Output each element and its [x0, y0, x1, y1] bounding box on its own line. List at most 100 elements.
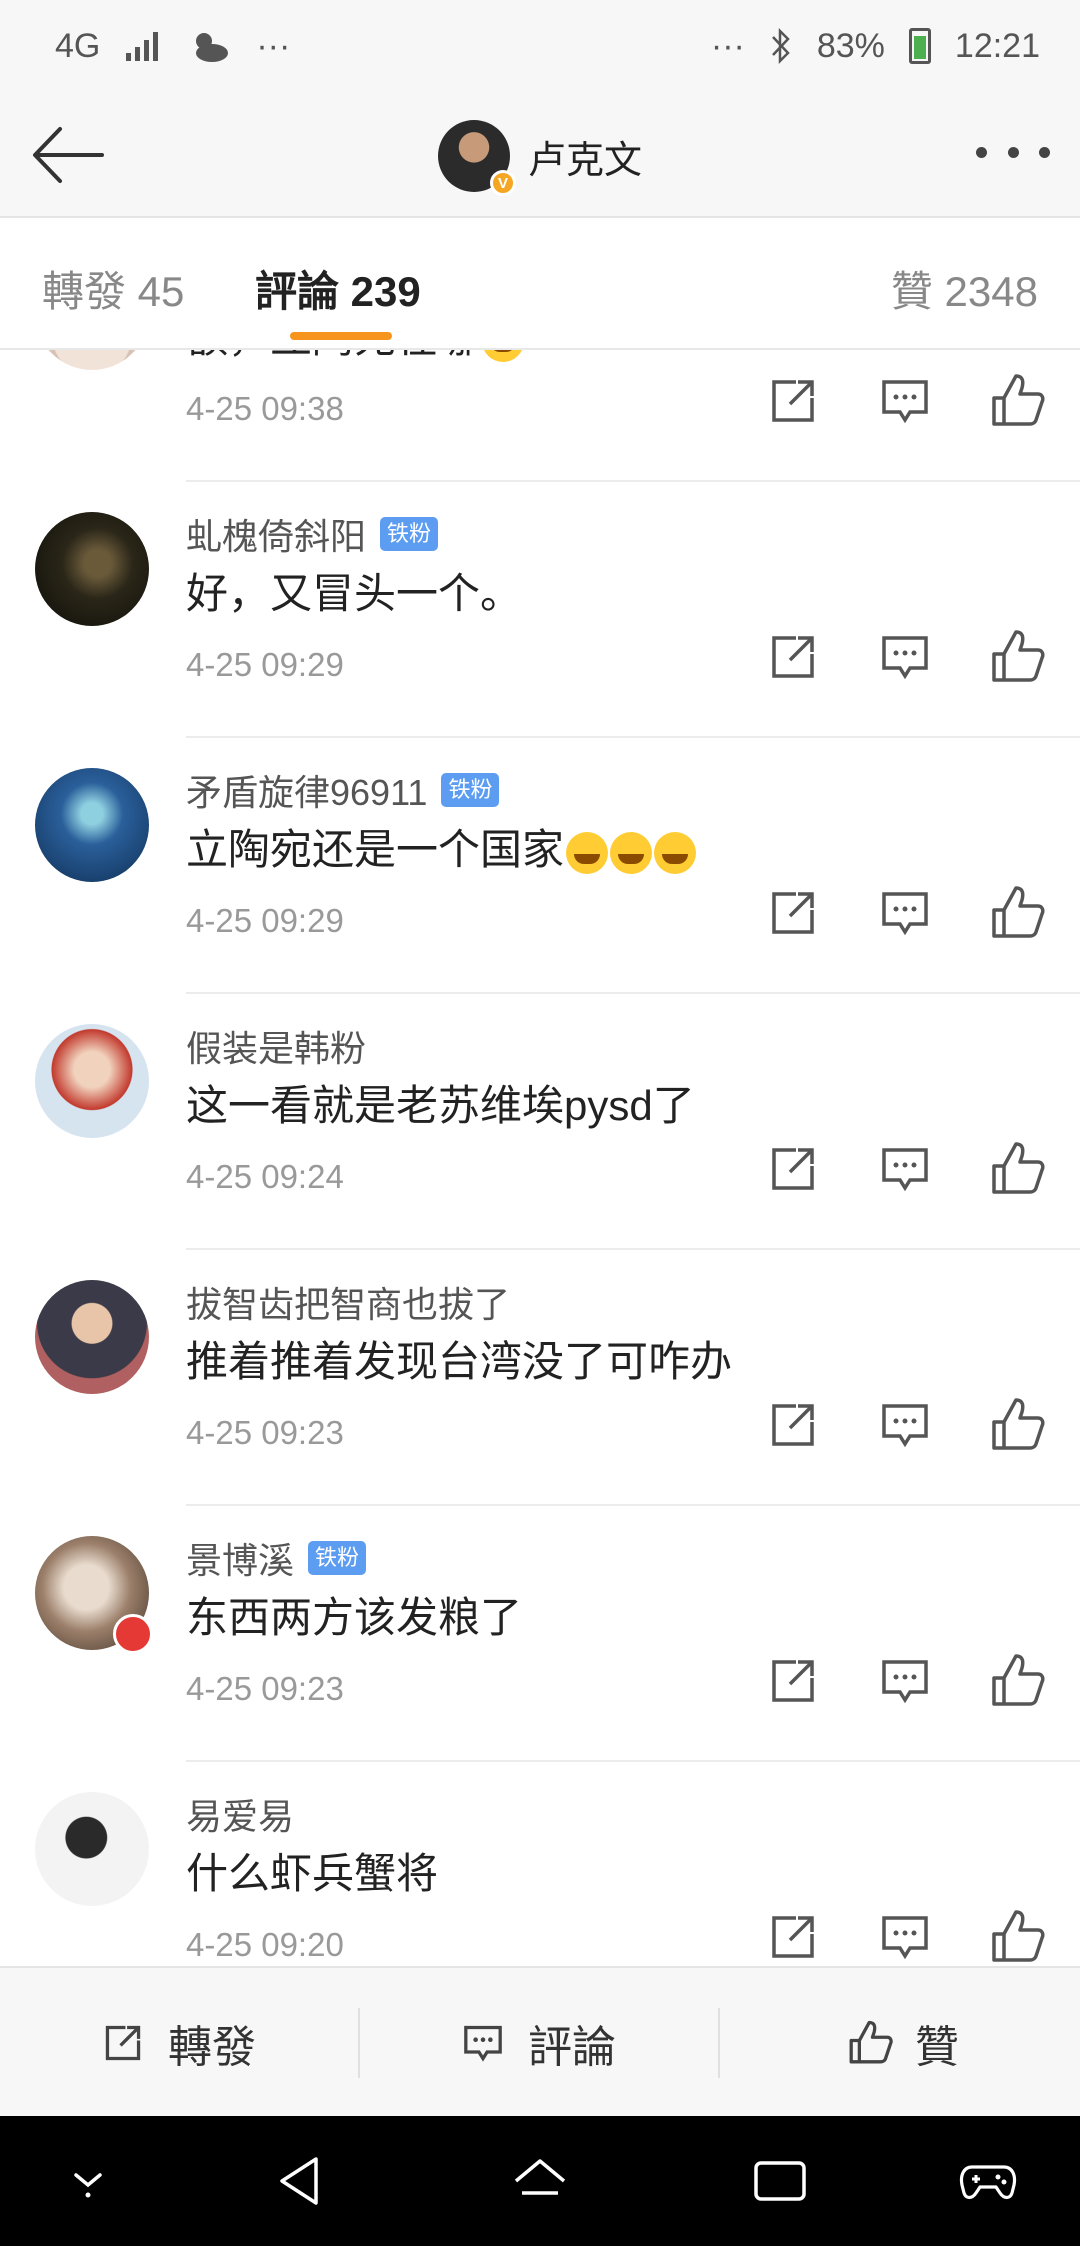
comment-item: 假装是韩粉 这一看就是老苏维埃pysd了 4-25 09:24 [0, 994, 1080, 1250]
avatar[interactable] [35, 1024, 149, 1138]
comment-icon[interactable] [872, 1648, 938, 1714]
comment-list[interactable]: 额，立陶宛在哪 4-25 09:38 虬槐倚斜阳铁粉 好，又冒头一个。 4-25… [0, 350, 1080, 1966]
like-icon[interactable] [984, 880, 1050, 946]
game-controller-icon[interactable] [958, 2151, 1018, 2211]
more-options-icon[interactable] [976, 132, 1050, 172]
like-icon[interactable] [984, 1392, 1050, 1458]
status-bar: 4G ··· ··· 83% 12:21 [0, 0, 1080, 92]
comment-icon[interactable] [872, 880, 938, 946]
home-nav-icon[interactable] [510, 2151, 570, 2211]
comment-label: 評論 [528, 2023, 616, 2072]
comment-actions [760, 1648, 1050, 1718]
comment-item: 拔智齿把智商也拔了 推着推着发现台湾没了可咋办 4-25 09:23 [0, 1250, 1080, 1506]
fan-badge: 铁粉 [380, 517, 439, 551]
comment-item: 景博溪 铁粉 东西两方该发粮了 4-25 09:23 [0, 1506, 1080, 1762]
status-bar-right: ··· 83% 12:21 [711, 27, 1040, 66]
like-icon [849, 2020, 893, 2064]
share-icon[interactable] [760, 1904, 826, 1966]
comment-time: 4-25 09:38 [186, 390, 344, 427]
bluetooth-icon [771, 28, 790, 64]
repost-button[interactable]: 轉發 [96, 1968, 256, 2118]
like-button[interactable]: 贊 [843, 1968, 959, 2118]
navigation-bar [0, 2116, 1080, 2246]
back-arrow-icon[interactable] [28, 122, 108, 188]
comment-author[interactable]: 假装是韩粉 [186, 1020, 366, 1072]
divider [718, 2008, 720, 2078]
comment-icon[interactable] [872, 1904, 938, 1966]
comment-text: 推着推着发现台湾没了可咋办 [186, 1338, 733, 1385]
comment-icon[interactable] [872, 1392, 938, 1458]
share-icon[interactable] [760, 880, 826, 946]
tab-like[interactable]: 贊 2348 [891, 258, 1038, 319]
like-icon[interactable] [984, 624, 1050, 690]
status-more: ··· [256, 26, 291, 65]
avatar[interactable] [35, 512, 149, 626]
comment-icon[interactable] [872, 624, 938, 690]
like-label: 贊 [915, 2023, 959, 2072]
comment-text: 立陶宛还是一个国家 [186, 816, 697, 877]
comment-time: 4-25 09:23 [186, 1414, 344, 1451]
fan-badge: 铁粉 [308, 1541, 367, 1575]
comment-text: 什么虾兵蟹将 [186, 1850, 439, 1897]
network-indicator: 4G [55, 26, 101, 65]
comment-time: 4-25 09:29 [186, 902, 344, 939]
battery-icon [908, 28, 931, 64]
divider [358, 2008, 360, 2078]
title-bar: V 卢克文 [0, 92, 1080, 218]
back-nav-icon[interactable] [272, 2151, 332, 2211]
comment-author[interactable]: 虬槐倚斜阳 铁粉 [186, 508, 439, 560]
comment-time: 4-25 09:20 [186, 1926, 344, 1963]
like-icon[interactable] [984, 368, 1050, 434]
like-icon[interactable] [984, 1904, 1050, 1966]
verified-icon: V [490, 170, 516, 196]
avatar[interactable] [35, 768, 149, 882]
comment-actions [760, 880, 1050, 950]
fan-badge: 铁粉 [441, 773, 500, 807]
avatar[interactable] [35, 350, 149, 370]
comment-author[interactable]: 景博溪 铁粉 [186, 1532, 367, 1584]
repost-label: 轉發 [168, 2023, 256, 2072]
comment-item: 额，立陶宛在哪 4-25 09:38 [0, 350, 1080, 482]
laugh-emoji-icon [566, 831, 609, 874]
comment-actions [760, 1904, 1050, 1966]
comment-item: 矛盾旋律96911 铁粉 立陶宛还是一个国家 4-25 09:29 [0, 738, 1080, 994]
title-user[interactable]: V 卢克文 [438, 116, 642, 196]
status-bar-left: 4G ··· [55, 27, 290, 66]
laugh-emoji-icon [654, 831, 697, 874]
comment-icon[interactable] [872, 368, 938, 434]
comment-text: 这一看就是老苏维埃pysd了 [186, 1082, 695, 1129]
like-icon[interactable] [984, 1136, 1050, 1202]
share-icon[interactable] [760, 1392, 826, 1458]
recents-nav-icon[interactable] [750, 2151, 810, 2211]
like-icon[interactable] [984, 1648, 1050, 1714]
tab-repost[interactable]: 轉發 45 [42, 258, 184, 319]
share-icon[interactable] [760, 1136, 826, 1202]
avatar[interactable] [35, 1280, 149, 1394]
signal-icon [126, 32, 159, 61]
comment-icon[interactable] [872, 1136, 938, 1202]
share-icon[interactable] [760, 1648, 826, 1714]
page-title: 卢克文 [528, 139, 643, 182]
share-icon[interactable] [760, 368, 826, 434]
comment-author[interactable]: 拔智齿把智商也拔了 [186, 1276, 510, 1328]
comment-item: 虬槐倚斜阳 铁粉 好，又冒头一个。 4-25 09:29 [0, 482, 1080, 738]
share-icon [105, 2025, 141, 2061]
avatar[interactable] [35, 1792, 149, 1906]
comment-text: 额，立陶宛在哪 [186, 350, 525, 365]
comment-actions [760, 624, 1050, 694]
collapse-nav-icon[interactable] [58, 2151, 118, 2211]
comment-icon [464, 2025, 502, 2062]
comment-item: 易爱易 什么虾兵蟹将 4-25 09:20 [0, 1762, 1080, 1966]
comment-author[interactable]: 矛盾旋律96911 铁粉 [186, 764, 500, 816]
comment-time: 4-25 09:24 [186, 1158, 344, 1195]
battery-percent: 83% [816, 26, 885, 65]
comment-author[interactable]: 易爱易 [186, 1788, 294, 1840]
comment-button[interactable]: 評論 [456, 1968, 1080, 2118]
comment-time: 4-25 09:23 [186, 1670, 344, 1707]
laugh-emoji-icon [610, 831, 653, 874]
laugh-emoji-icon [482, 350, 525, 362]
share-icon[interactable] [760, 624, 826, 690]
avatar[interactable]: V [438, 120, 516, 196]
avatar[interactable] [35, 1536, 153, 1654]
comment-text: 好，又冒头一个。 [186, 570, 523, 617]
